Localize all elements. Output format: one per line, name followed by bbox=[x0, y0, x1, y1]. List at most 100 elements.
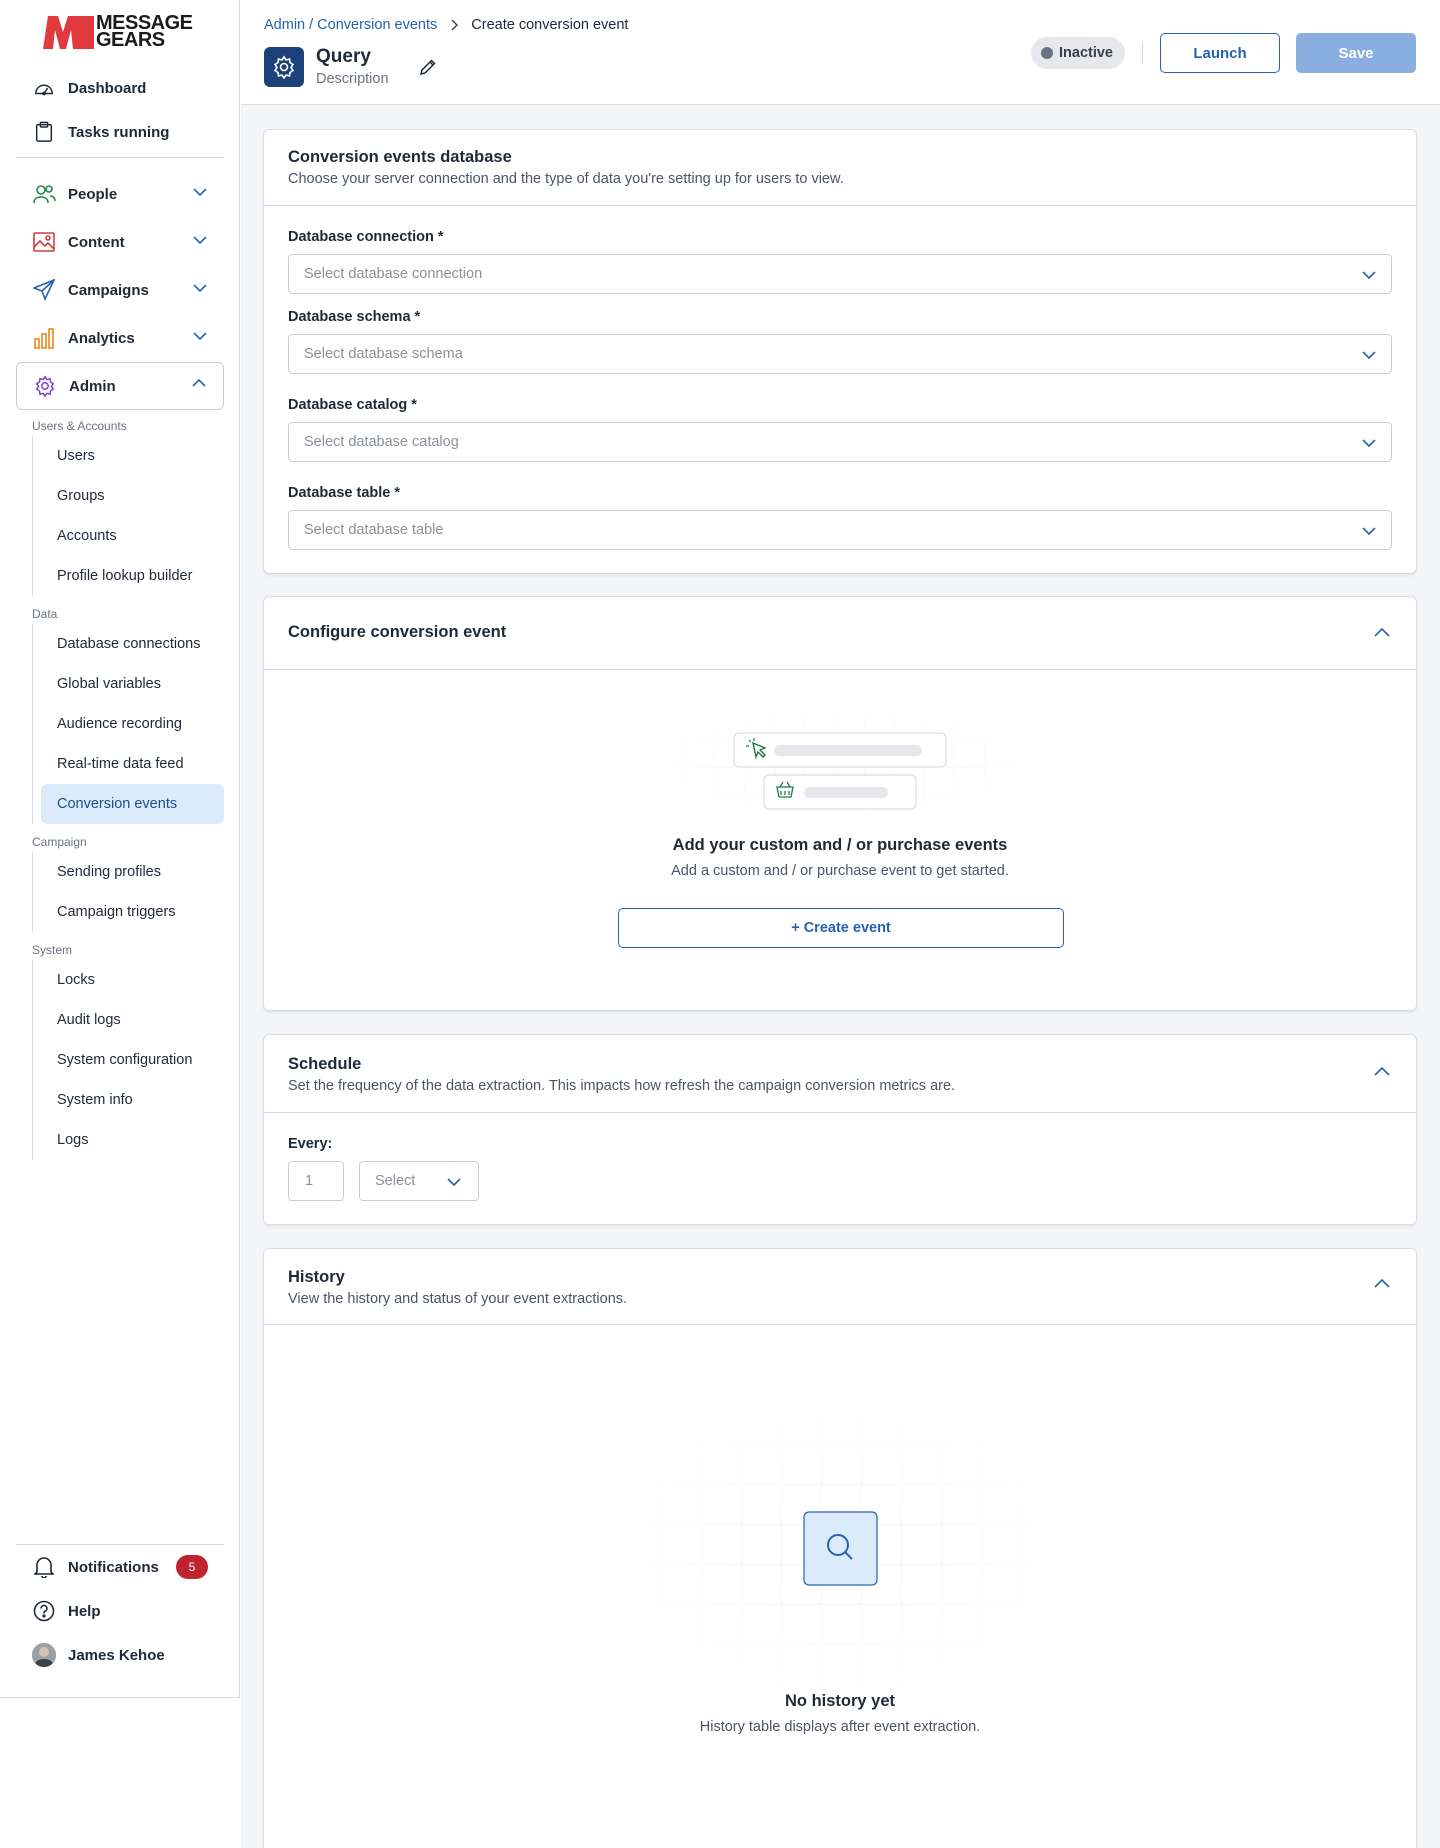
chevron-up-icon[interactable] bbox=[1372, 623, 1392, 643]
nav-help[interactable]: Help bbox=[16, 1589, 224, 1633]
subnav-global-variables[interactable]: Global variables bbox=[41, 664, 224, 704]
database-connection-select[interactable]: Select database connection bbox=[288, 254, 1392, 294]
sidebar-footer: Notifications 5 Help James Kehoe bbox=[16, 1545, 224, 1677]
clipboard-icon bbox=[32, 120, 56, 144]
empty-state-title: Add your custom and / or purchase events bbox=[672, 836, 1008, 854]
nav-label: Dashboard bbox=[68, 79, 147, 97]
select-placeholder: Select database catalog bbox=[304, 434, 459, 450]
chevron-down-icon bbox=[1362, 439, 1376, 448]
field-label-database-schema: Database schema * bbox=[288, 309, 421, 325]
subnav-accounts[interactable]: Accounts bbox=[41, 516, 224, 556]
admin-group-users-accounts: Users & Accounts Users Groups Accounts P… bbox=[32, 416, 224, 596]
subnav-users[interactable]: Users bbox=[41, 436, 224, 476]
subnav-profile-lookup-builder[interactable]: Profile lookup builder bbox=[41, 556, 224, 596]
notification-count-badge: 5 bbox=[176, 1555, 208, 1579]
database-catalog-select[interactable]: Select database catalog bbox=[288, 422, 1392, 462]
nav-label: Notifications bbox=[68, 1558, 159, 1576]
field-label-database-catalog: Database catalog * bbox=[288, 397, 417, 413]
user-name: James Kehoe bbox=[68, 1646, 165, 1664]
nav-label: Tasks running bbox=[68, 123, 170, 141]
select-placeholder: Select database connection bbox=[304, 266, 483, 282]
database-table-select[interactable]: Select database table bbox=[288, 510, 1392, 550]
launch-button[interactable]: Launch bbox=[1160, 33, 1280, 73]
brand-wordmark: MESSAGE GEARS bbox=[96, 12, 193, 51]
chevron-up-icon[interactable] bbox=[1372, 1274, 1392, 1294]
field-label-database-table: Database table * bbox=[288, 485, 401, 501]
chevron-down-icon bbox=[447, 1178, 461, 1187]
status-badge: Inactive bbox=[1031, 37, 1125, 69]
bell-icon bbox=[32, 1555, 56, 1579]
nav-label: Campaigns bbox=[68, 281, 149, 299]
chevron-down-icon[interactable] bbox=[192, 184, 208, 200]
schedule-card: Schedule Set the frequency of the data e… bbox=[263, 1034, 1417, 1225]
chevron-up-icon[interactable] bbox=[191, 375, 207, 391]
card-header: History View the history and status of y… bbox=[264, 1249, 1416, 1325]
database-card: Conversion events database Choose your s… bbox=[263, 129, 1417, 574]
nav-notifications[interactable]: Notifications 5 bbox=[16, 1545, 224, 1589]
nav-admin[interactable]: Admin bbox=[16, 362, 224, 410]
gauge-icon bbox=[32, 76, 56, 100]
save-button[interactable]: Save bbox=[1296, 33, 1416, 73]
subnav-logs[interactable]: Logs bbox=[41, 1120, 224, 1160]
admin-group-data: Data Database connections Global variabl… bbox=[32, 604, 224, 824]
subnav-locks[interactable]: Locks bbox=[41, 960, 224, 1000]
admin-group-system: System Locks Audit logs System configura… bbox=[32, 940, 224, 1160]
image-icon bbox=[32, 230, 56, 254]
group-label: System bbox=[32, 943, 73, 957]
empty-state-subtitle: Add a custom and / or purchase event to … bbox=[671, 863, 1009, 879]
card-title: Schedule bbox=[288, 1055, 362, 1073]
breadcrumb-link[interactable]: Admin / Conversion events bbox=[264, 17, 437, 33]
page-title: Query bbox=[316, 46, 371, 67]
pencil-edit-icon[interactable] bbox=[418, 57, 438, 77]
breadcrumb: Admin / Conversion events Create convers… bbox=[264, 17, 628, 33]
card-title: Conversion events database bbox=[288, 148, 512, 166]
history-card: History View the history and status of y… bbox=[263, 1248, 1417, 1848]
main-nav: People Content Campaigns Analytics Admin bbox=[16, 170, 224, 410]
chevron-up-icon[interactable] bbox=[1372, 1062, 1392, 1082]
nav-dashboard[interactable]: Dashboard bbox=[16, 66, 224, 110]
brand-logo[interactable]: MESSAGE GEARS bbox=[42, 12, 193, 51]
card-header: Conversion events database Choose your s… bbox=[264, 130, 1416, 206]
chevron-down-icon[interactable] bbox=[192, 328, 208, 344]
nav-label: Content bbox=[68, 233, 125, 251]
select-placeholder: Select database schema bbox=[304, 346, 463, 362]
chevron-down-icon bbox=[1362, 351, 1376, 360]
subnav-audience-recording[interactable]: Audience recording bbox=[41, 704, 224, 744]
chevron-down-icon[interactable] bbox=[192, 280, 208, 296]
subnav-system-info[interactable]: System info bbox=[41, 1080, 224, 1120]
people-icon bbox=[32, 182, 56, 206]
create-event-button[interactable]: + Create event bbox=[618, 908, 1064, 948]
subnav-audit-logs[interactable]: Audit logs bbox=[41, 1000, 224, 1040]
page-description: Description bbox=[316, 71, 389, 87]
nav-label: Help bbox=[68, 1602, 101, 1620]
card-title: Configure conversion event bbox=[288, 623, 507, 641]
subnav-system-configuration[interactable]: System configuration bbox=[41, 1040, 224, 1080]
admin-group-campaign: Campaign Sending profiles Campaign trigg… bbox=[32, 832, 224, 932]
every-unit-select[interactable]: Select bbox=[359, 1161, 479, 1201]
field-label-database-connection: Database connection * bbox=[288, 229, 444, 245]
nav-content[interactable]: Content bbox=[16, 218, 224, 266]
nav-campaigns[interactable]: Campaigns bbox=[16, 266, 224, 314]
top-nav: Dashboard Tasks running bbox=[16, 66, 224, 154]
group-label: Campaign bbox=[32, 835, 87, 849]
subnav-database-connections[interactable]: Database connections bbox=[41, 624, 224, 664]
nav-people[interactable]: People bbox=[16, 170, 224, 218]
nav-tasks-running[interactable]: Tasks running bbox=[16, 110, 224, 154]
every-number-input[interactable]: 1 bbox=[288, 1161, 344, 1201]
select-placeholder: Select bbox=[375, 1173, 416, 1189]
empty-state-subtitle: History table displays after event extra… bbox=[699, 1719, 981, 1735]
subnav-conversion-events[interactable]: Conversion events bbox=[41, 784, 224, 824]
nav-label: People bbox=[68, 185, 118, 203]
chevron-down-icon[interactable] bbox=[192, 232, 208, 248]
query-gear-icon bbox=[264, 47, 304, 87]
subnav-campaign-triggers[interactable]: Campaign triggers bbox=[41, 892, 224, 932]
subnav-real-time-data-feed[interactable]: Real-time data feed bbox=[41, 744, 224, 784]
card-subtitle: Choose your server connection and the ty… bbox=[288, 171, 844, 187]
nav-user-profile[interactable]: James Kehoe bbox=[16, 1633, 224, 1677]
nav-label: Analytics bbox=[68, 329, 135, 347]
database-schema-select[interactable]: Select database schema bbox=[288, 334, 1392, 374]
status-dot-icon bbox=[1041, 47, 1053, 59]
subnav-sending-profiles[interactable]: Sending profiles bbox=[41, 852, 224, 892]
subnav-groups[interactable]: Groups bbox=[41, 476, 224, 516]
nav-analytics[interactable]: Analytics bbox=[16, 314, 224, 362]
